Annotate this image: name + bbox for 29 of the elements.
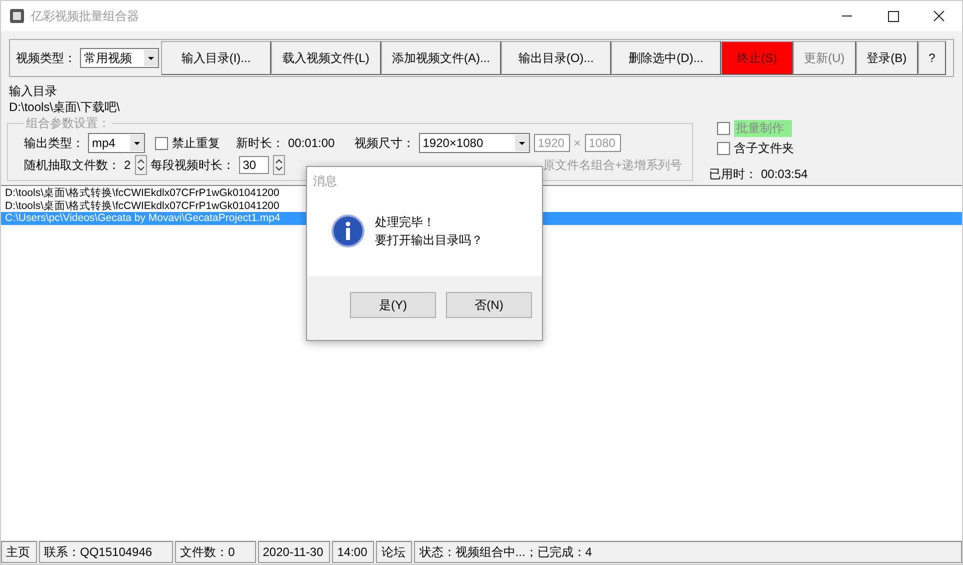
segment-label: 每段视频时长：: [150, 156, 235, 174]
window-title: 亿彩视频批量组合器: [31, 8, 139, 24]
random-count-value: 2: [124, 158, 131, 172]
subfolders-label: 含子文件夹: [734, 140, 794, 156]
batch-label: 批量制作: [734, 120, 792, 136]
status-panel: 联系：QQ15104946: [39, 541, 174, 563]
status-panel: 论坛: [376, 541, 412, 563]
video-size-label: 视频尺寸：: [354, 134, 415, 152]
input-dir-path: D:\tools\桌面\下载吧\: [9, 99, 121, 115]
video-type-label: 视频类型：: [16, 50, 76, 66]
dialog-message: 要打开输出目录吗？: [375, 232, 483, 248]
status-panel: 2020-11-30: [258, 541, 330, 563]
options-legend: 组合参数设置：: [24, 115, 112, 132]
status-panel: 主页: [1, 541, 37, 563]
dialog-message: 处理完毕！: [375, 214, 436, 230]
random-count-label: 随机抽取文件数：: [24, 156, 120, 174]
naming-rule-text: 原文件名组合+递增系列号: [542, 156, 682, 174]
elapsed-label: 已用时：: [709, 166, 757, 182]
input-dir-label: 输入目录: [9, 83, 58, 99]
times-sign: ×: [574, 136, 581, 150]
no-repeat-label: 禁止重复: [172, 134, 220, 152]
status-panel: 文件数：0: [175, 541, 256, 563]
status-panel: 14:00: [332, 541, 374, 563]
status-panel: 状态：视频组合中...；已完成：4: [414, 541, 962, 563]
dialog-title: 消息: [313, 172, 337, 190]
output-type-label: 输出类型：: [24, 134, 84, 152]
new-duration-value: 00:01:00: [288, 136, 335, 150]
new-duration-label: 新时长：: [236, 134, 284, 152]
elapsed-value: 00:03:54: [761, 167, 808, 181]
